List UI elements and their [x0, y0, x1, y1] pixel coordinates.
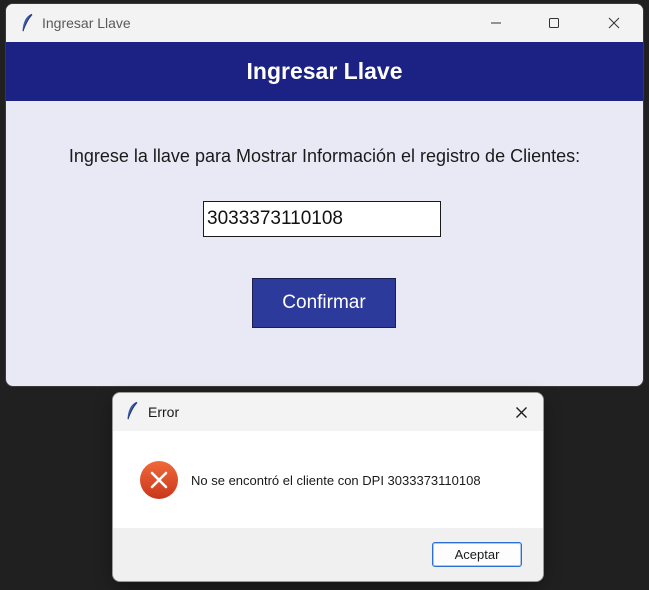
key-prompt-label: Ingrese la llave para Mostrar Informació…	[68, 146, 581, 166]
error-dialog: Error No se encontró el cliente con DPI …	[113, 393, 543, 581]
maximize-button[interactable]	[525, 4, 583, 42]
header-title: Ingresar Llave	[6, 42, 643, 101]
accept-button[interactable]: Aceptar	[432, 542, 522, 567]
feather-icon	[127, 401, 138, 420]
dialog-title: Error	[148, 404, 180, 420]
key-input[interactable]	[203, 201, 441, 237]
maximize-icon	[549, 18, 559, 28]
dialog-title-bar[interactable]: Error	[113, 393, 543, 431]
close-icon	[608, 17, 620, 29]
dialog-body: No se encontró el cliente con DPI 303337…	[113, 431, 543, 528]
close-button[interactable]	[585, 4, 643, 42]
confirm-button[interactable]: Confirmar	[252, 278, 396, 328]
minimize-button[interactable]	[467, 4, 525, 42]
error-message: No se encontró el cliente con DPI 303337…	[191, 473, 481, 488]
window-title: Ingresar Llave	[42, 15, 131, 31]
main-window: Ingresar Llave Ingresar Llave Ingrese la…	[6, 4, 643, 386]
dialog-close-button[interactable]	[499, 393, 543, 431]
minimize-icon	[491, 22, 501, 24]
error-icon	[140, 461, 178, 499]
dialog-footer: Aceptar	[113, 528, 543, 581]
feather-icon	[22, 13, 33, 32]
close-icon	[515, 406, 527, 418]
title-bar[interactable]: Ingresar Llave	[6, 4, 643, 42]
